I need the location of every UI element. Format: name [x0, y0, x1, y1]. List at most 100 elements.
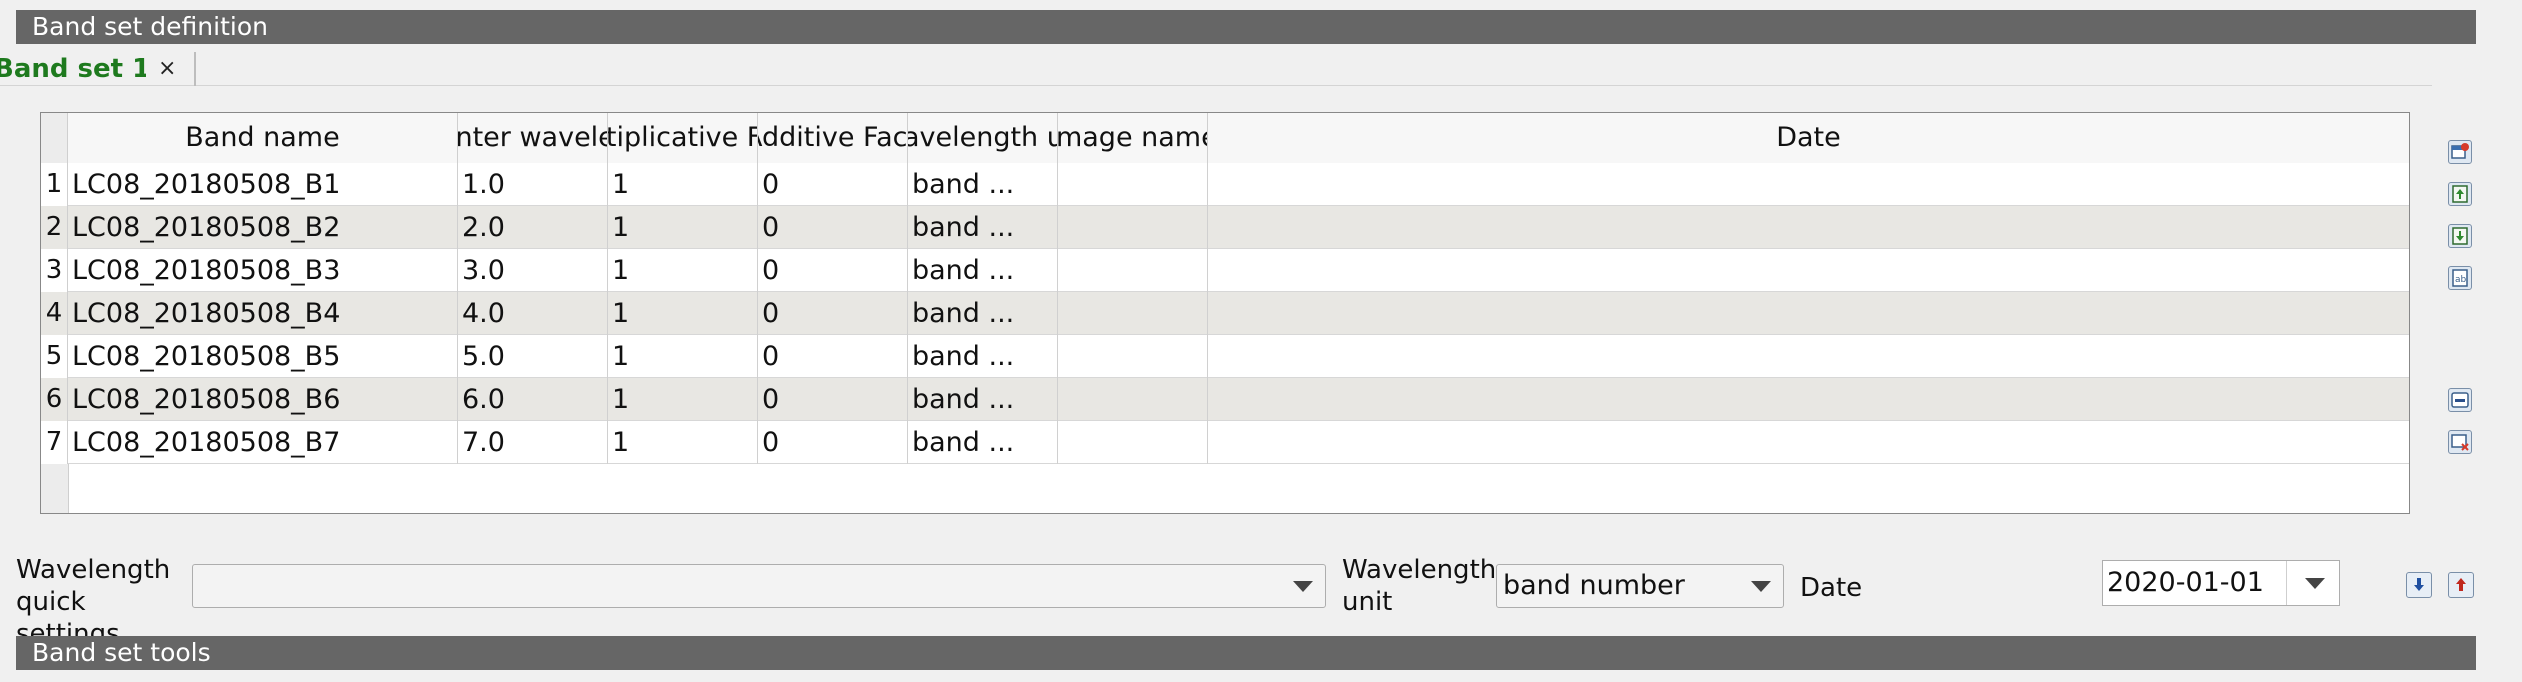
cell-wavelength-unit[interactable]: band ...: [908, 163, 1058, 206]
cell-image-name[interactable]: [1058, 421, 1208, 464]
table-row[interactable]: 5 LC08_20180508_B5 5.0 1 0 band ...: [41, 335, 2409, 378]
row-number[interactable]: 2: [41, 206, 68, 249]
cell-image-name[interactable]: [1058, 292, 1208, 335]
row-number[interactable]: 7: [41, 421, 68, 464]
cell-date[interactable]: [1208, 249, 2409, 292]
export-icon[interactable]: [2448, 572, 2474, 598]
col-header-label: Multiplicative Factor: [608, 122, 757, 153]
table-row[interactable]: 4 LC08_20180508_B4 4.0 1 0 band ...: [41, 292, 2409, 335]
cell-multiplicative-factor[interactable]: 1: [608, 335, 758, 378]
tab-label: Band set 1: [0, 54, 146, 84]
col-header-wavelength-unit[interactable]: Wavelength unit: [908, 113, 1058, 163]
col-header-label: Center wavelength: [458, 122, 607, 153]
cell-additive-factor[interactable]: 0: [758, 249, 908, 292]
cell-center-wavelength[interactable]: 2.0: [458, 206, 608, 249]
cell-multiplicative-factor[interactable]: 1: [608, 163, 758, 206]
cell-date[interactable]: [1208, 163, 2409, 206]
col-header-image-name[interactable]: Image name: [1058, 113, 1208, 163]
cell-center-wavelength[interactable]: 6.0: [458, 378, 608, 421]
wavelength-quick-settings-combo[interactable]: [192, 564, 1326, 608]
col-header-label: Wavelength unit: [908, 122, 1057, 153]
cell-wavelength-unit[interactable]: band ...: [908, 378, 1058, 421]
cell-image-name[interactable]: [1058, 206, 1208, 249]
cell-multiplicative-factor[interactable]: 1: [608, 421, 758, 464]
import-icon[interactable]: [2406, 572, 2432, 598]
table-corner[interactable]: [41, 113, 68, 163]
svg-text:ab: ab: [2455, 275, 2467, 285]
cell-additive-factor[interactable]: 0: [758, 378, 908, 421]
cell-wavelength-unit[interactable]: band ...: [908, 335, 1058, 378]
col-header-label: Band name: [185, 122, 340, 153]
cell-multiplicative-factor[interactable]: 1: [608, 378, 758, 421]
cell-date[interactable]: [1208, 335, 2409, 378]
col-header-label: Image name: [1058, 122, 1207, 153]
row-number[interactable]: 5: [41, 335, 68, 378]
cell-wavelength-unit[interactable]: band ...: [908, 206, 1058, 249]
table-row[interactable]: 6 LC08_20180508_B6 6.0 1 0 band ...: [41, 378, 2409, 421]
wavelength-unit-label: Wavelength unit: [1342, 555, 1497, 617]
cell-band-name[interactable]: LC08_20180508_B2: [68, 206, 458, 249]
band-set-tools-header: Band set tools: [16, 636, 2476, 670]
cell-date[interactable]: [1208, 206, 2409, 249]
cell-additive-factor[interactable]: 0: [758, 206, 908, 249]
cell-band-name[interactable]: LC08_20180508_B5: [68, 335, 458, 378]
col-header-center-wavelength[interactable]: Center wavelength: [458, 113, 608, 163]
cell-date[interactable]: [1208, 292, 2409, 335]
cell-center-wavelength[interactable]: 1.0: [458, 163, 608, 206]
cell-additive-factor[interactable]: 0: [758, 335, 908, 378]
date-value: 2020-01-01: [2107, 567, 2264, 598]
cell-image-name[interactable]: [1058, 163, 1208, 206]
cell-multiplicative-factor[interactable]: 1: [608, 249, 758, 292]
cell-band-name[interactable]: LC08_20180508_B3: [68, 249, 458, 292]
clear-bands-icon[interactable]: [2448, 430, 2472, 454]
table-row[interactable]: 3 LC08_20180508_B3 3.0 1 0 band ...: [41, 249, 2409, 292]
cell-center-wavelength[interactable]: 5.0: [458, 335, 608, 378]
row-number[interactable]: 6: [41, 378, 68, 421]
cell-wavelength-unit[interactable]: band ...: [908, 249, 1058, 292]
cell-additive-factor[interactable]: 0: [758, 421, 908, 464]
remove-band-icon[interactable]: [2448, 388, 2472, 412]
row-number[interactable]: 3: [41, 249, 68, 292]
wavelength-unit-combo[interactable]: band number: [1496, 564, 1784, 608]
cell-center-wavelength[interactable]: 3.0: [458, 249, 608, 292]
col-header-multiplicative-factor[interactable]: Multiplicative Factor: [608, 113, 758, 163]
cell-date[interactable]: [1208, 421, 2409, 464]
combo-value: band number: [1503, 570, 1685, 601]
cell-wavelength-unit[interactable]: band ...: [908, 421, 1058, 464]
cell-image-name[interactable]: [1058, 378, 1208, 421]
col-header-additive-factor[interactable]: Additive Factor: [758, 113, 908, 163]
cell-center-wavelength[interactable]: 7.0: [458, 421, 608, 464]
add-bands-icon[interactable]: [2448, 140, 2472, 164]
band-table[interactable]: Band name Center wavelength Multiplicati…: [40, 112, 2410, 514]
date-edit[interactable]: 2020-01-01: [2102, 560, 2340, 606]
move-up-icon[interactable]: [2448, 182, 2472, 206]
cell-additive-factor[interactable]: 0: [758, 292, 908, 335]
cell-image-name[interactable]: [1058, 335, 1208, 378]
cell-image-name[interactable]: [1058, 249, 1208, 292]
table-row[interactable]: 7 LC08_20180508_B7 7.0 1 0 band ...: [41, 421, 2409, 464]
cell-multiplicative-factor[interactable]: 1: [608, 206, 758, 249]
col-header-band-name[interactable]: Band name: [68, 113, 458, 163]
sort-by-name-icon[interactable]: ab: [2448, 266, 2472, 290]
row-number[interactable]: 4: [41, 292, 68, 335]
cell-wavelength-unit[interactable]: band ...: [908, 292, 1058, 335]
col-header-date[interactable]: Date: [1208, 113, 2409, 163]
cell-band-name[interactable]: LC08_20180508_B4: [68, 292, 458, 335]
table-row[interactable]: 2 LC08_20180508_B2 2.0 1 0 band ...: [41, 206, 2409, 249]
table-row[interactable]: 1 LC08_20180508_B1 1.0 1 0 band ...: [41, 163, 2409, 206]
cell-multiplicative-factor[interactable]: 1: [608, 292, 758, 335]
cell-date[interactable]: [1208, 378, 2409, 421]
col-header-label: Additive Factor: [758, 122, 908, 153]
col-header-label: Date: [1776, 122, 1841, 153]
chevron-down-icon[interactable]: [2305, 578, 2325, 589]
close-icon[interactable]: ×: [158, 56, 176, 81]
cell-band-name[interactable]: LC08_20180508_B6: [68, 378, 458, 421]
tab-band-set-1[interactable]: Band set 1 ×: [0, 52, 196, 86]
cell-band-name[interactable]: LC08_20180508_B1: [68, 163, 458, 206]
cell-center-wavelength[interactable]: 4.0: [458, 292, 608, 335]
chevron-down-icon: [1751, 581, 1771, 592]
cell-additive-factor[interactable]: 0: [758, 163, 908, 206]
cell-band-name[interactable]: LC08_20180508_B7: [68, 421, 458, 464]
move-down-icon[interactable]: [2448, 224, 2472, 248]
row-number[interactable]: 1: [41, 163, 68, 206]
